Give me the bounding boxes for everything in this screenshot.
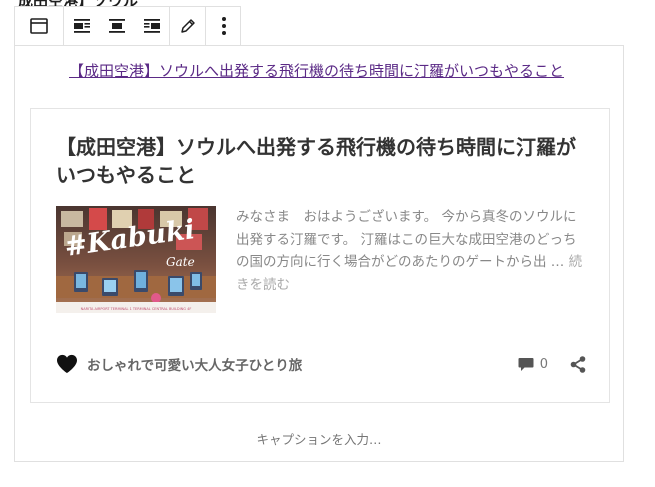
block-type-button[interactable] xyxy=(15,7,63,45)
card-title[interactable]: 【成田空港】ソウルへ出発する飛行機の待ち時間に汀羅がいつもやること xyxy=(56,133,591,189)
block-toolbar xyxy=(14,6,241,46)
more-vertical-icon xyxy=(222,17,226,35)
thumbnail-image: #Kabuki Gate NARITA AIRPORT TERMINAL 1 T… xyxy=(56,206,216,313)
caption-input[interactable]: キャプションを入力… xyxy=(15,429,623,448)
comment-count: 0 xyxy=(539,356,548,372)
edit-url-button[interactable] xyxy=(170,7,205,45)
card-thumbnail[interactable]: #Kabuki Gate NARITA AIRPORT TERMINAL 1 T… xyxy=(56,206,216,313)
align-right-icon xyxy=(143,19,160,33)
align-center-button[interactable] xyxy=(99,7,134,45)
embed-block-icon xyxy=(30,18,48,34)
blog-card[interactable]: 【成田空港】ソウルへ出発する飛行機の待ち時間に汀羅がいつもやること #Kabuk… xyxy=(30,108,610,403)
alignment-group xyxy=(64,7,170,45)
site-name[interactable]: おしゃれで可愛い大人女子ひとり旅 xyxy=(87,354,302,374)
block-type-group xyxy=(15,7,64,45)
excerpt-text: みなさま おはようございます。 今から真冬のソウルに出発する汀羅です。 汀羅はこ… xyxy=(236,209,577,270)
align-right-button[interactable] xyxy=(134,7,169,45)
edit-group xyxy=(170,7,206,45)
align-left-button[interactable] xyxy=(64,7,99,45)
thumbnail-sub-text: Gate xyxy=(166,255,195,269)
thumbnail-bottom-text: NARITA AIRPORT TERMINAL 1 TERMINAL CENTR… xyxy=(81,307,192,311)
share-icon[interactable] xyxy=(570,355,586,373)
pencil-icon xyxy=(180,19,195,33)
embed-block[interactable]: 【成田空港】ソウルへ出発する飛行機の待ち時間に汀羅がいつもやること 【成田空港】… xyxy=(14,45,624,462)
more-options-button[interactable] xyxy=(206,7,242,45)
card-excerpt: みなさま おはようございます。 今から真冬のソウルに出発する汀羅です。 汀羅はこ… xyxy=(236,206,586,296)
options-group xyxy=(206,7,242,45)
align-center-icon xyxy=(108,19,125,33)
card-footer: おしゃれで可愛い大人女子ひとり旅 0 xyxy=(56,349,586,379)
heart-icon xyxy=(57,354,77,374)
comment-icon xyxy=(518,358,534,371)
comment-link[interactable]: 0 xyxy=(518,356,548,372)
align-left-icon xyxy=(73,19,90,33)
embed-link[interactable]: 【成田空港】ソウルへ出発する飛行機の待ち時間に汀羅がいつもやること xyxy=(69,60,581,83)
